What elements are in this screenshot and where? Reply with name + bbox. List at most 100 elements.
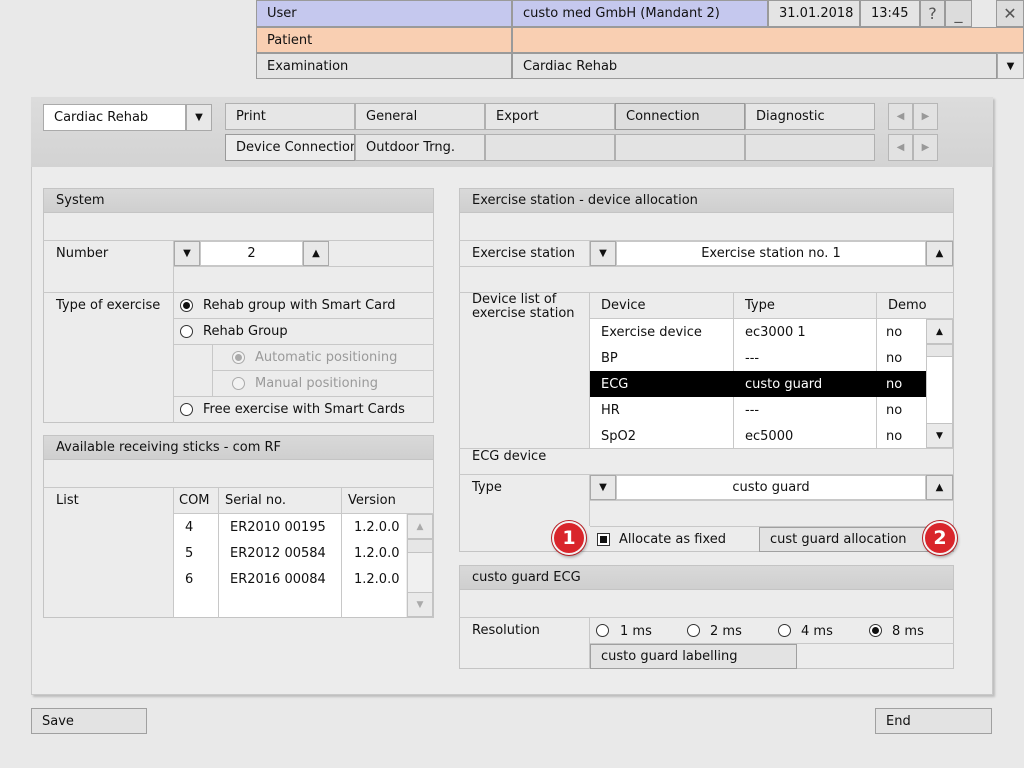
radio-resolution-8ms[interactable] (869, 624, 882, 637)
patient-value-cell[interactable] (512, 27, 1024, 53)
subtab-scroll-right-button[interactable]: ▶ (913, 134, 938, 161)
arrow-up-icon: ▲ (416, 521, 424, 532)
patient-label-cell: Patient (256, 27, 512, 53)
module-dropdown-button[interactable]: ▼ (186, 104, 212, 131)
divider (589, 292, 590, 448)
date-cell: 31.01.2018 (768, 0, 860, 27)
scroll-up-button[interactable]: ▲ (407, 514, 433, 539)
tab-label: Export (496, 109, 539, 124)
table-cell[interactable]: SpO2 (601, 429, 636, 444)
table-cell: 1.2.0.0 (354, 546, 400, 561)
company-cell[interactable]: custo med GmbH (Mandant 2) (512, 0, 768, 27)
cust-guard-allocation-button[interactable]: cust guard allocation (759, 527, 931, 552)
subtab-scroll-left-button[interactable]: ◀ (888, 134, 913, 161)
radio-automatic-positioning[interactable] (232, 351, 245, 364)
divider (174, 396, 434, 397)
tab-empty (615, 134, 745, 161)
tab-label: Outdoor Trng. (366, 140, 455, 155)
table-cell[interactable]: no (886, 377, 902, 392)
tab-scroll-left-button[interactable]: ◀ (888, 103, 913, 130)
divider (459, 617, 954, 618)
scroll-up-button[interactable]: ▲ (926, 319, 953, 344)
radio-resolution-1ms[interactable] (596, 624, 609, 637)
table-cell[interactable]: HR (601, 403, 620, 418)
help-icon: ? (928, 4, 937, 23)
table-cell[interactable]: no (886, 325, 902, 340)
allocate-fixed-checkbox[interactable] (597, 533, 610, 546)
type-prev-button[interactable]: ▼ (590, 475, 616, 500)
tab-diagnostic[interactable]: Diagnostic (745, 103, 875, 130)
ecg-type-field[interactable]: custo guard (616, 475, 926, 500)
option-label: 4 ms (801, 624, 833, 639)
column-header: Type (745, 298, 775, 313)
table-cell[interactable]: no (886, 351, 902, 366)
tab-device-connection[interactable]: Device Connection (225, 134, 355, 161)
type-next-button[interactable]: ▲ (926, 475, 953, 500)
table-cell: ER2016 00084 (230, 572, 326, 587)
chevron-down-icon: ▼ (195, 112, 203, 123)
minimize-button[interactable]: _ (945, 0, 972, 27)
divider (174, 266, 434, 267)
allocate-fixed-label: Allocate as fixed (619, 532, 727, 547)
help-button[interactable]: ? (920, 0, 945, 27)
table-cell[interactable]: ec3000 1 (745, 325, 806, 340)
number-input[interactable]: 2 (200, 241, 303, 266)
close-button[interactable]: ✕ (996, 0, 1024, 27)
tab-outdoor-training[interactable]: Outdoor Trng. (355, 134, 485, 161)
table-cell[interactable]: custo guard (745, 377, 822, 392)
label-line: Device list of (472, 292, 557, 307)
divider (341, 487, 342, 618)
system-group-header: System (43, 188, 434, 213)
table-cell[interactable]: no (886, 403, 902, 418)
arrow-up-icon: ▲ (936, 326, 943, 337)
tab-general[interactable]: General (355, 103, 485, 130)
divider (43, 487, 434, 488)
table-cell[interactable]: ECG (601, 377, 628, 392)
radio-resolution-4ms[interactable] (778, 624, 791, 637)
number-increment-button[interactable]: ▲ (303, 241, 329, 266)
tab-print[interactable]: Print (225, 103, 355, 130)
table-cell[interactable]: Exercise device (601, 325, 702, 340)
module-select[interactable]: Cardiac Rehab (43, 104, 186, 131)
tab-label: Device Connection (236, 140, 355, 155)
examination-dropdown-button[interactable]: ▼ (997, 53, 1024, 79)
scroll-down-button[interactable]: ▼ (407, 592, 433, 617)
station-prev-button[interactable]: ▼ (590, 241, 616, 266)
table-cell[interactable]: --- (745, 351, 759, 366)
tab-label: Print (236, 109, 266, 124)
number-decrement-button[interactable]: ▼ (174, 241, 200, 266)
tab-label: Connection (626, 109, 700, 124)
option-label: Automatic positioning (255, 350, 398, 365)
save-button[interactable]: Save (31, 708, 147, 734)
divider (212, 370, 434, 371)
scroll-thumb[interactable] (407, 539, 433, 553)
divider (174, 513, 434, 514)
tab-export[interactable]: Export (485, 103, 615, 130)
column-header: Demo (888, 298, 927, 313)
ecg-type-value: custo guard (732, 480, 810, 495)
end-button[interactable]: End (875, 708, 992, 734)
scroll-down-button[interactable]: ▼ (926, 423, 953, 448)
examination-select[interactable]: Cardiac Rehab (512, 53, 997, 79)
radio-rehab-group[interactable] (180, 325, 193, 338)
arrow-down-icon: ▼ (416, 599, 424, 610)
tab-scroll-right-button[interactable]: ▶ (913, 103, 938, 130)
table-cell[interactable]: no (886, 429, 902, 444)
tab-label: Diagnostic (756, 109, 825, 124)
scroll-thumb[interactable] (926, 344, 953, 357)
custo-guard-labelling-button[interactable]: custo guard labelling (590, 644, 797, 669)
tab-connection[interactable]: Connection (615, 103, 745, 130)
radio-rehab-group-smart-card[interactable] (180, 299, 193, 312)
radio-free-exercise[interactable] (180, 403, 193, 416)
table-cell: ER2010 00195 (230, 520, 326, 535)
station-next-button[interactable]: ▲ (926, 241, 953, 266)
table-cell: ER2012 00584 (230, 546, 326, 561)
table-cell[interactable]: BP (601, 351, 618, 366)
table-cell[interactable]: ec5000 (745, 429, 793, 444)
divider (218, 487, 219, 618)
option-label: 2 ms (710, 624, 742, 639)
table-cell[interactable]: --- (745, 403, 759, 418)
exercise-station-field[interactable]: Exercise station no. 1 (616, 241, 926, 266)
radio-resolution-2ms[interactable] (687, 624, 700, 637)
radio-manual-positioning[interactable] (232, 377, 245, 390)
